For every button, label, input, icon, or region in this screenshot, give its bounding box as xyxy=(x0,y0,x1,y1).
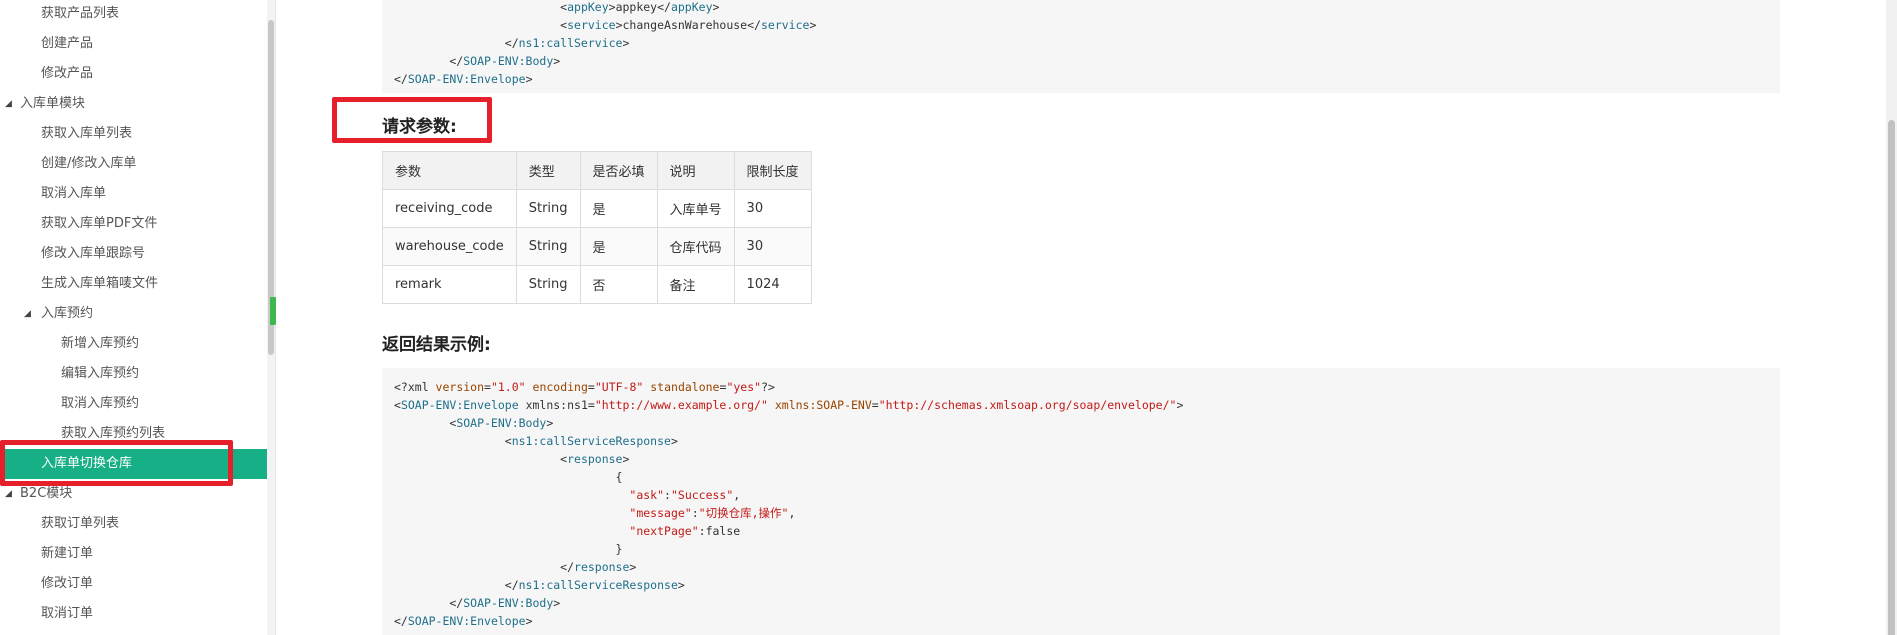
response-example-title: 返回结果示例: xyxy=(382,335,491,355)
table-cell: 30 xyxy=(733,189,812,228)
code-line: "ask":"Success", xyxy=(629,488,741,502)
sidebar-item-label: 取消入库预约 xyxy=(61,396,140,411)
table-cell: String xyxy=(515,265,581,304)
sidebar-nav: 获取产品列表 创建产品修改产品 ◢ 入库单模块获取入库单列表 创建/修改入库单 取消入库单… xyxy=(0,0,267,635)
table-cell: 备注 xyxy=(656,265,735,304)
sidebar-item-label: 获取订单列表 xyxy=(41,516,120,531)
sidebar-item[interactable]: 新增入库预约 xyxy=(0,329,267,359)
sidebar-item-label: 入库预约 xyxy=(41,306,94,321)
table-cell: 入库单号 xyxy=(656,189,735,228)
table-cell: remark xyxy=(382,265,517,304)
code-line: <?xml version="1.0" encoding="UTF-8" sta… xyxy=(394,380,775,394)
sidebar-item[interactable]: 获取入库单PDF文件 xyxy=(0,209,267,239)
sidebar-item-label: 创建/修改入库单 xyxy=(41,156,137,171)
highlight-box-title xyxy=(332,97,492,143)
sidebar-item[interactable]: 修改订单 xyxy=(0,569,267,599)
code-line: <service>changeAsnWarehouse</service> xyxy=(394,18,817,32)
table-header-cell: 类型 xyxy=(515,151,581,190)
sidebar-item[interactable]: 取消入库单 xyxy=(0,179,267,209)
code-line: <ns1:callServiceResponse> xyxy=(394,434,678,448)
code-line: <appKey>appkey</appKey> xyxy=(394,0,720,14)
sidebar-item-label: 创建产品 xyxy=(41,36,94,51)
table-row: warehouse_code String 是仓库代码 30 xyxy=(382,227,812,266)
code-line: </SOAP-ENV:Envelope> xyxy=(394,614,533,628)
code-line: </SOAP-ENV:Envelope> xyxy=(394,72,533,86)
sidebar-item[interactable]: 取消订单 xyxy=(0,599,267,629)
table-header-row: 参数 类型 是否必填 说明 限制长度 xyxy=(382,151,812,190)
table-cell: 是 xyxy=(579,227,658,266)
sidebar-item-label: 生成入库单箱唛文件 xyxy=(41,276,159,291)
sidebar-item[interactable]: 修改产品 xyxy=(0,59,267,89)
sidebar-item-label: 修改入库单跟踪号 xyxy=(41,246,146,261)
code-line: </ns1:callServiceResponse> xyxy=(394,578,685,592)
sidebar-item-label: 新增入库预约 xyxy=(61,336,140,351)
sidebar-item[interactable]: 获取入库单列表 xyxy=(0,119,267,149)
table-header-cell: 是否必填 xyxy=(579,151,658,190)
code-line: </SOAP-ENV:Body> xyxy=(394,596,561,610)
sidebar-item[interactable]: 获取产品列表 xyxy=(0,0,267,29)
table-cell: receiving_code xyxy=(382,189,517,228)
sidebar-item[interactable]: 生成入库单箱唛文件 xyxy=(0,269,267,299)
caret-down-icon[interactable]: ◢ xyxy=(24,299,31,329)
table-header-cell: 参数 xyxy=(382,151,517,190)
table-cell: 仓库代码 xyxy=(656,227,735,266)
code-line: <SOAP-ENV:Envelope xmlns:ns1="http://www… xyxy=(394,398,1184,412)
sidebar-item[interactable]: 创建产品 xyxy=(0,29,267,59)
table-cell: 30 xyxy=(733,227,812,266)
code-line: </response> xyxy=(394,560,637,574)
sidebar-item-label: 入库单模块 xyxy=(20,96,86,111)
main-scrollbar-thumb[interactable] xyxy=(1888,120,1895,635)
sidebar-item[interactable]: ◢ 入库预约 xyxy=(0,299,267,329)
request-code-example: <appKey>appkey</appKey> <service>changeA… xyxy=(382,0,1780,93)
sidebar-item-label: 获取入库单PDF文件 xyxy=(41,216,158,231)
highlight-box-nav xyxy=(0,440,233,486)
sidebar-item-label: 编辑入库预约 xyxy=(61,366,140,381)
table-cell: String xyxy=(515,189,581,228)
sidebar-item-label: 获取入库单列表 xyxy=(41,126,133,141)
sidebar-item[interactable]: 创建/修改入库单 xyxy=(0,149,267,179)
sidebar-item-label: 修改产品 xyxy=(41,66,94,81)
sidebar-item[interactable]: ◢ 入库单模块 xyxy=(0,89,267,119)
code-line: <response> xyxy=(394,452,630,466)
table-cell: 否 xyxy=(579,265,658,304)
code-line: "message":"切换仓库,操作", xyxy=(629,506,796,520)
table-cell: String xyxy=(515,227,581,266)
sidebar-item[interactable]: 编辑入库预约 xyxy=(0,359,267,389)
table-cell: 1024 xyxy=(733,265,812,304)
sidebar-item[interactable]: 修改入库单跟踪号 xyxy=(0,239,267,269)
sidebar-item[interactable]: 新建订单 xyxy=(0,539,267,569)
code-line: { xyxy=(394,470,623,484)
code-line: } xyxy=(394,542,623,556)
table-row: remark String 否备注 1024 xyxy=(382,265,812,304)
request-params-table: 参数 类型 是否必填 说明 限制长度 receiving_code String 是入库单号… xyxy=(382,151,812,304)
sidebar-item-label: 修改订单 xyxy=(41,576,94,591)
sidebar-item[interactable]: 获取订单列表 xyxy=(0,509,267,539)
main-content: <appKey>appkey</appKey> <service>changeA… xyxy=(276,0,1886,635)
code-line: </SOAP-ENV:Body> xyxy=(394,54,561,68)
code-line: <SOAP-ENV:Body> xyxy=(394,416,554,430)
sidebar-item-label: 获取产品列表 xyxy=(41,6,120,21)
code-line: "nextPage":false xyxy=(629,524,741,538)
sidebar-item-label: 新建订单 xyxy=(41,546,94,561)
table-header-cell: 限制长度 xyxy=(733,151,812,190)
sidebar-item-label: 取消订单 xyxy=(41,606,94,621)
table-cell: 是 xyxy=(579,189,658,228)
main-scrollbar[interactable] xyxy=(1886,0,1897,635)
sidebar-item-label: 取消入库单 xyxy=(41,186,107,201)
caret-down-icon[interactable]: ◢ xyxy=(5,89,12,119)
table-header-cell: 说明 xyxy=(656,151,735,190)
code-line: </ns1:callService> xyxy=(394,36,630,50)
sidebar-item[interactable]: 取消入库预约 xyxy=(0,389,267,419)
table-cell: warehouse_code xyxy=(382,227,517,266)
table-row: receiving_code String 是入库单号 30 xyxy=(382,189,812,228)
response-code-example: <?xml version="1.0" encoding="UTF-8" sta… xyxy=(382,368,1780,635)
